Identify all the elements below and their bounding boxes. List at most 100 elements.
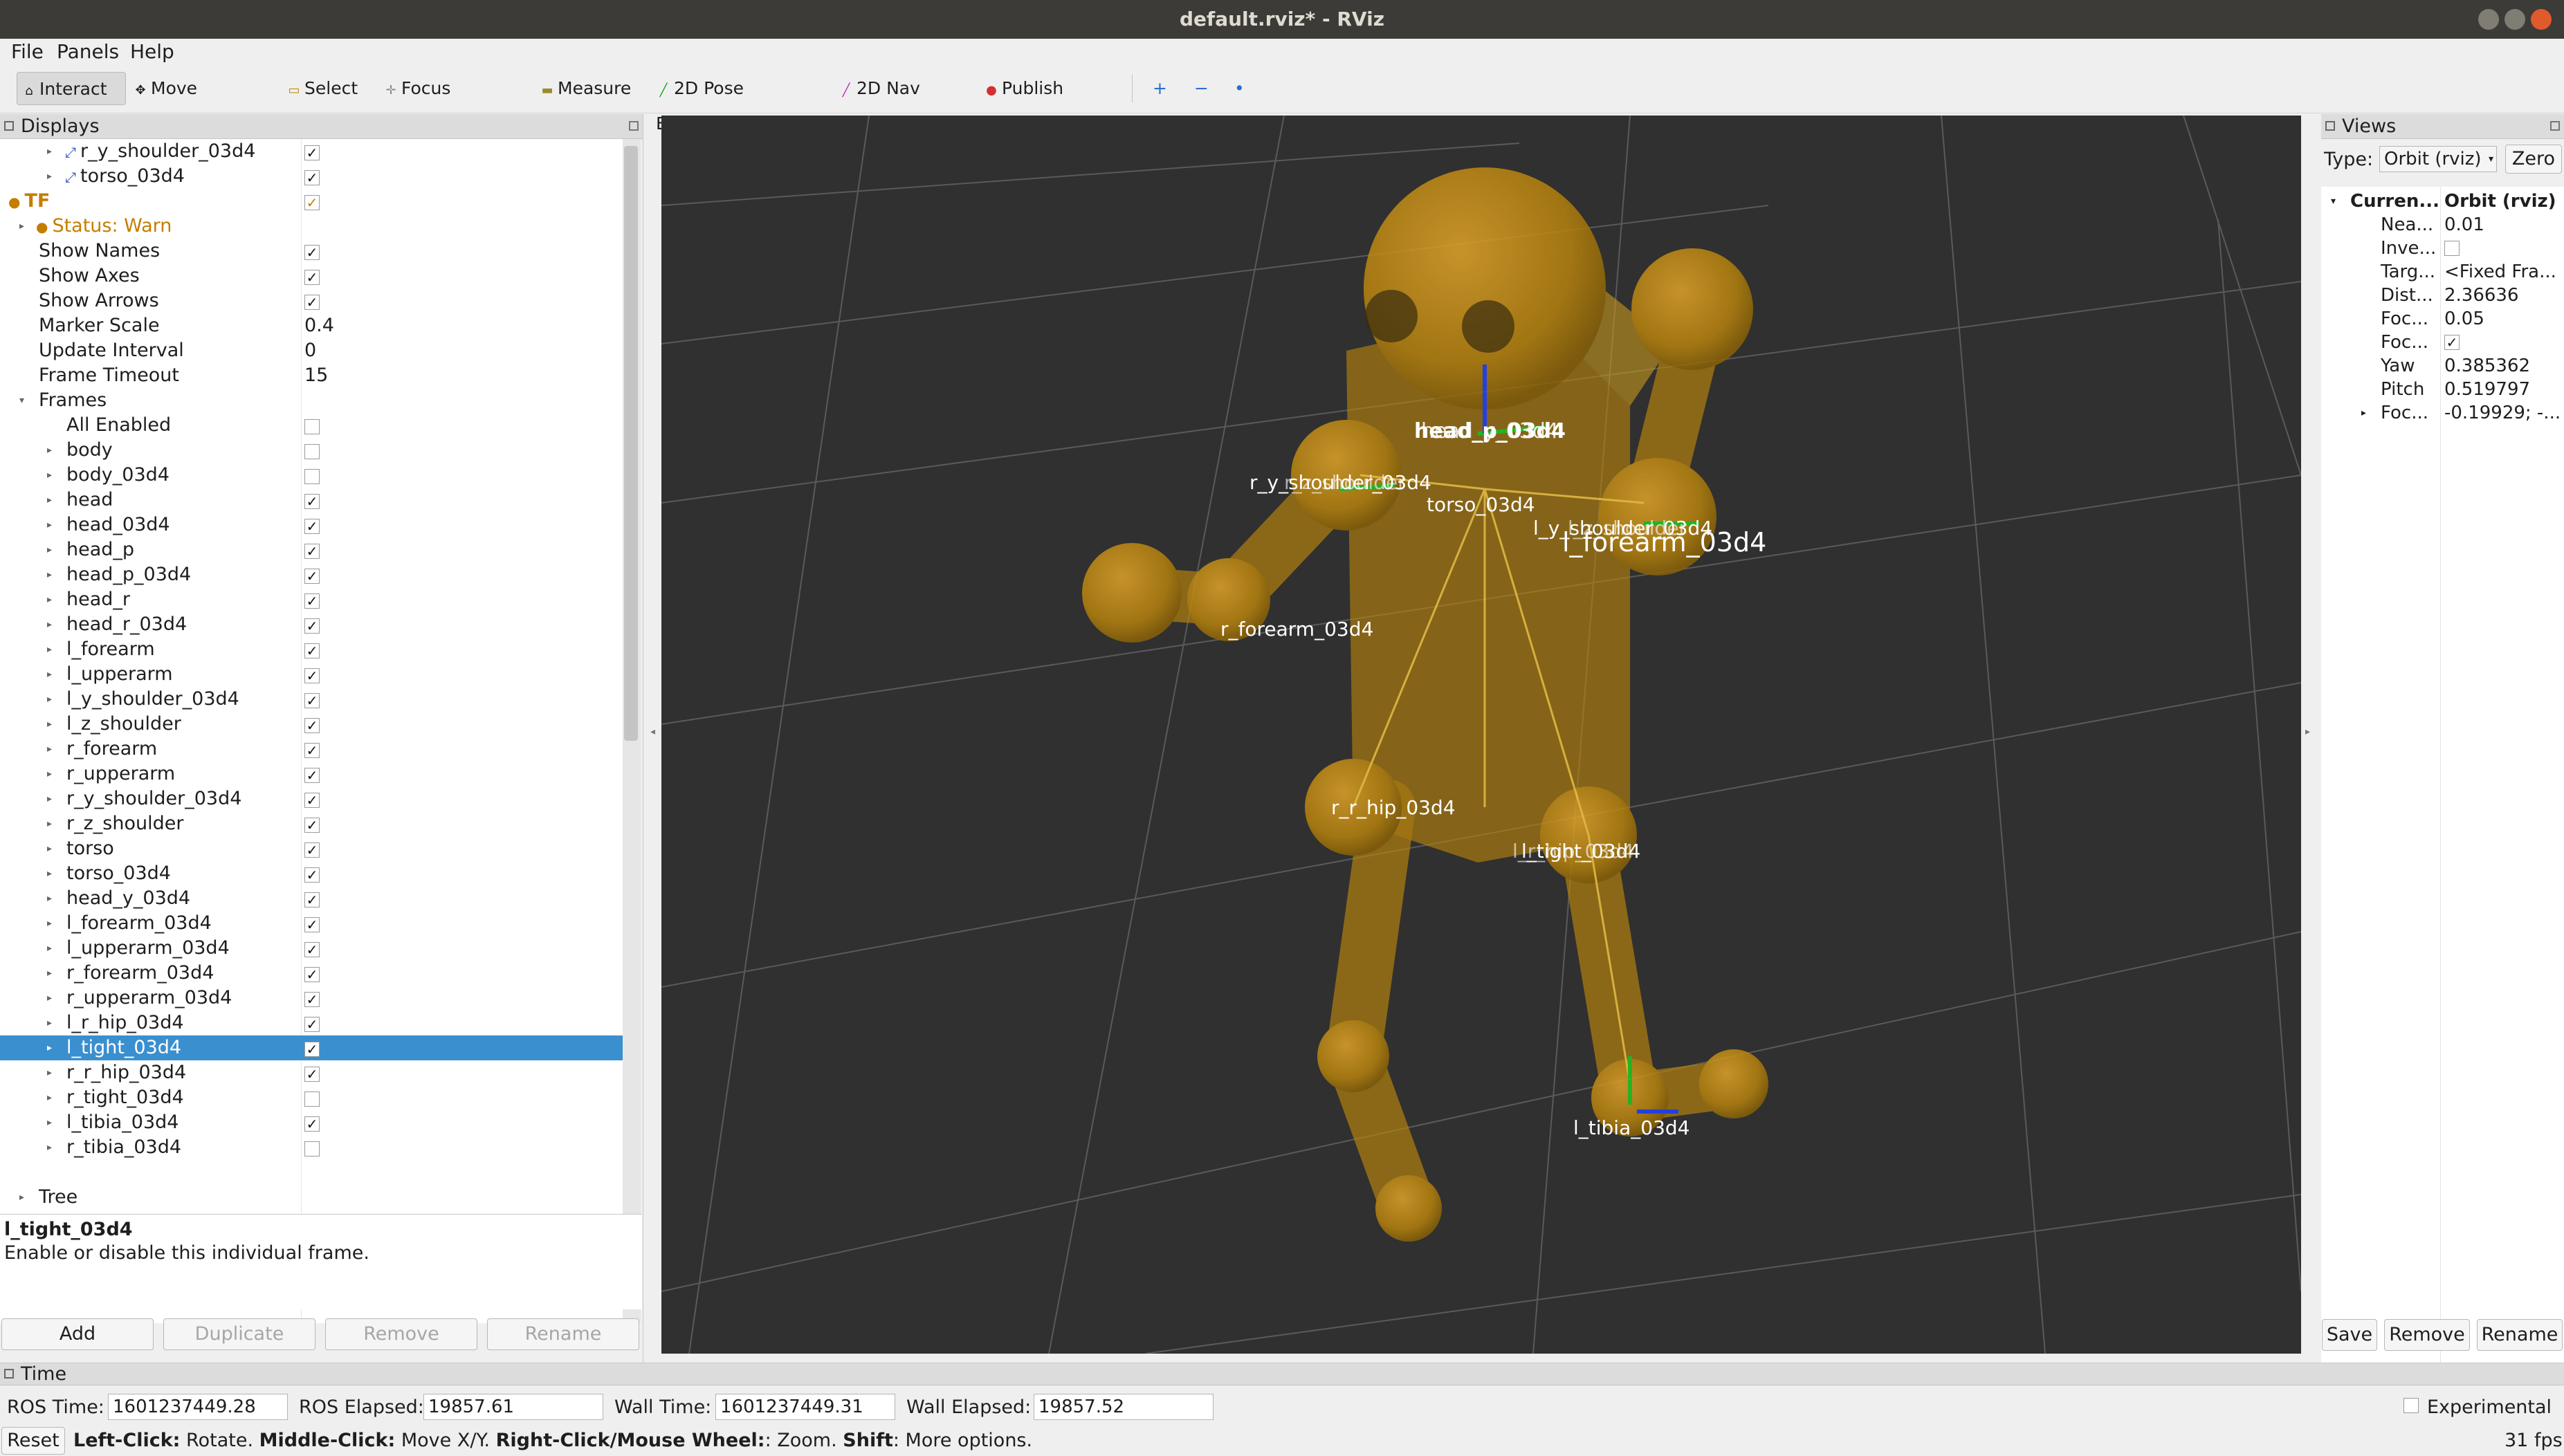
frame-enable-checkbox[interactable]: ✓ — [304, 842, 320, 858]
add-tool-button[interactable]: + — [1148, 72, 1171, 105]
wall-time-field[interactable]: 1601237449.31 — [715, 1394, 895, 1420]
frame-row[interactable]: ▸ r_y_shoulder_03d4 ✓ — [0, 786, 623, 811]
expand-arrow-icon[interactable]: ▸ — [47, 562, 52, 587]
view-prop-focal-point[interactable]: ▸ Foc... -0.19929; -... — [2321, 401, 2564, 425]
frame-enable-checkbox[interactable]: ✓ — [304, 917, 320, 932]
undock-icon[interactable] — [2550, 121, 2560, 131]
frame-row[interactable]: ▸ l_tibia_03d4 ✓ — [0, 1110, 623, 1135]
view-prop-pitch[interactable]: Pitch 0.519797 — [2321, 378, 2564, 401]
frame-enable-checkbox[interactable]: ✓ — [304, 519, 320, 534]
zero-button[interactable]: Zero — [2505, 145, 2562, 174]
tree-row-update-interval[interactable]: Update Interval 0 — [0, 338, 623, 363]
frame-row[interactable]: ▸ r_forearm_03d4 ✓ — [0, 961, 623, 986]
expand-arrow-icon[interactable]: ▸ — [47, 488, 52, 513]
tree-row-marker-scale[interactable]: Marker Scale 0.4 — [0, 313, 623, 338]
frame-row[interactable]: ▸ l_tight_03d4 ✓ — [0, 1035, 623, 1060]
expand-arrow-icon[interactable]: ▸ — [47, 164, 52, 189]
frame-enable-checkbox[interactable]: ✓ — [304, 743, 320, 758]
minimize-button[interactable] — [2478, 9, 2499, 30]
frame-row[interactable]: ▸ head_y_03d4 ✓ — [0, 886, 623, 911]
frame-enable-checkbox[interactable]: ✓ — [304, 967, 320, 982]
view-prop-near-clip[interactable]: Nea... 0.01 — [2321, 213, 2564, 237]
expand-arrow-icon[interactable]: ▸ — [47, 1110, 52, 1135]
remove-tool-button[interactable]: − — [1190, 72, 1215, 105]
tree-row-frames[interactable]: ▾ Frames — [0, 388, 623, 413]
expand-arrow-icon[interactable]: ▸ — [47, 513, 52, 537]
displays-scrollbar[interactable] — [623, 139, 641, 1323]
rename-display-button[interactable]: Rename — [487, 1318, 639, 1350]
view-prop-focal-shape[interactable]: Foc... ✓ — [2321, 331, 2564, 354]
frame-row[interactable]: ▸ head_03d4 ✓ — [0, 513, 623, 537]
frame-row[interactable]: ▸ r_tight_03d4 — [0, 1085, 623, 1110]
expand-arrow-icon[interactable]: ▸ — [47, 1035, 52, 1060]
update-interval-value[interactable]: 0 — [304, 338, 316, 363]
publish-point-tool-button[interactable]: ●Publish Point — [980, 72, 1104, 133]
expand-arrow-icon[interactable]: ▸ — [47, 662, 52, 687]
expand-arrow-icon[interactable]: ▸ — [47, 936, 52, 961]
expand-arrow-icon[interactable]: ▸ — [47, 762, 52, 786]
frame-enable-checkbox[interactable]: ✓ — [304, 942, 320, 957]
frame-row[interactable]: ▸ torso ✓ — [0, 836, 623, 861]
frame-enable-checkbox[interactable]: ✓ — [304, 668, 320, 683]
wall-elapsed-field[interactable]: 19857.52 — [1034, 1394, 1214, 1420]
expand-arrow-icon[interactable]: ▸ — [47, 836, 52, 861]
frame-enable-checkbox[interactable]: ✓ — [304, 992, 320, 1007]
expand-arrow-icon[interactable]: ▸ — [47, 961, 52, 986]
menu-file[interactable]: File — [11, 40, 44, 63]
frame-enable-checkbox[interactable]: ✓ — [304, 618, 320, 634]
frame-row[interactable]: ▸ head_p_03d4 ✓ — [0, 562, 623, 587]
frame-enable-checkbox[interactable]: ✓ — [304, 1017, 320, 1032]
nav-goal-tool-button[interactable]: ╱2D Nav Goal — [834, 72, 952, 133]
collapse-arrow-icon[interactable]: ▾ — [19, 388, 24, 413]
collapse-arrow-icon[interactable]: ▾ — [2331, 190, 2336, 213]
maximize-button[interactable] — [2505, 9, 2525, 30]
close-button[interactable] — [2531, 9, 2552, 30]
expand-arrow-icon[interactable]: ▸ — [47, 687, 52, 712]
expand-arrow-icon[interactable]: ▸ — [2361, 401, 2366, 425]
expand-arrow-icon[interactable]: ▸ — [47, 587, 52, 612]
view-prop-yaw[interactable]: Yaw 0.385362 — [2321, 354, 2564, 378]
expand-arrow-icon[interactable]: ▸ — [47, 811, 52, 836]
frame-row[interactable]: ▸ head_r_03d4 ✓ — [0, 612, 623, 637]
tree-row-r-y-shoulder[interactable]: ▸ ⤢ r_y_shoulder_03d4 ✓ — [0, 139, 623, 164]
show-names-checkbox[interactable]: ✓ — [304, 245, 320, 260]
frame-row[interactable]: ▸ r_tibia_03d4 — [0, 1135, 623, 1160]
remove-display-button[interactable]: Remove — [325, 1318, 477, 1350]
expand-arrow-icon[interactable]: ▸ — [47, 911, 52, 936]
tree-row-show-axes[interactable]: Show Axes ✓ — [0, 264, 623, 288]
menu-panels[interactable]: Panels — [57, 40, 119, 63]
pose-estimate-tool-button[interactable]: ╱2D Pose Estimate — [652, 72, 811, 133]
frame-row[interactable]: ▸ body — [0, 438, 623, 463]
tree-row-show-names[interactable]: Show Names ✓ — [0, 239, 623, 264]
tree-row-torso[interactable]: ▸ ⤢ torso_03d4 ✓ — [0, 164, 623, 189]
undock-icon[interactable] — [629, 121, 639, 131]
frame-row[interactable]: ▸ l_upperarm_03d4 ✓ — [0, 936, 623, 961]
frame-row[interactable]: ▸ r_r_hip_03d4 ✓ — [0, 1060, 623, 1085]
expand-arrow-icon[interactable]: ▸ — [19, 1185, 24, 1210]
3d-viewport[interactable]: head_p_03d4 head_y_03d4 r_y_shoulder_03d… — [661, 116, 2301, 1354]
frame-enable-checkbox[interactable]: ✓ — [304, 593, 320, 609]
tree-row-status[interactable]: ▸ ● Status: Warn — [0, 214, 623, 239]
frame-row[interactable]: ▸ head_r ✓ — [0, 587, 623, 612]
frame-row[interactable]: ▸ r_upperarm ✓ — [0, 762, 623, 786]
3d-scene[interactable]: head_p_03d4 head_y_03d4 r_y_shoulder_03d… — [661, 116, 2301, 1354]
expand-arrow-icon[interactable]: ▸ — [19, 214, 24, 239]
expand-arrow-icon[interactable]: ▸ — [47, 463, 52, 488]
tool-properties-button[interactable]: • — [1230, 72, 1255, 105]
scrollbar-thumb[interactable] — [624, 146, 638, 741]
save-view-button[interactable]: Save — [2322, 1319, 2377, 1351]
tree-row-all-enabled[interactable]: All Enabled — [0, 413, 623, 438]
expand-arrow-icon[interactable]: ▸ — [47, 1135, 52, 1160]
frame-row[interactable]: ▸ l_forearm_03d4 ✓ — [0, 911, 623, 936]
focus-camera-tool-button[interactable]: ✛Focus Camera — [379, 72, 511, 133]
tree-row-show-arrows[interactable]: Show Arrows ✓ — [0, 288, 623, 313]
expand-arrow-icon[interactable]: ▸ — [47, 1011, 52, 1035]
show-arrows-checkbox[interactable]: ✓ — [304, 295, 320, 310]
invert-checkbox[interactable] — [2444, 241, 2460, 256]
select-tool-button[interactable]: ▭ Select — [282, 72, 358, 105]
tree-row-frame-timeout[interactable]: Frame Timeout 15 — [0, 363, 623, 388]
frame-row[interactable]: ▸ r_forearm ✓ — [0, 737, 623, 762]
frame-row[interactable]: ▸ l_y_shoulder_03d4 ✓ — [0, 687, 623, 712]
checkbox[interactable]: ✓ — [304, 145, 320, 160]
view-prop-current[interactable]: ▾ Curren... Orbit (rviz) — [2321, 190, 2564, 213]
